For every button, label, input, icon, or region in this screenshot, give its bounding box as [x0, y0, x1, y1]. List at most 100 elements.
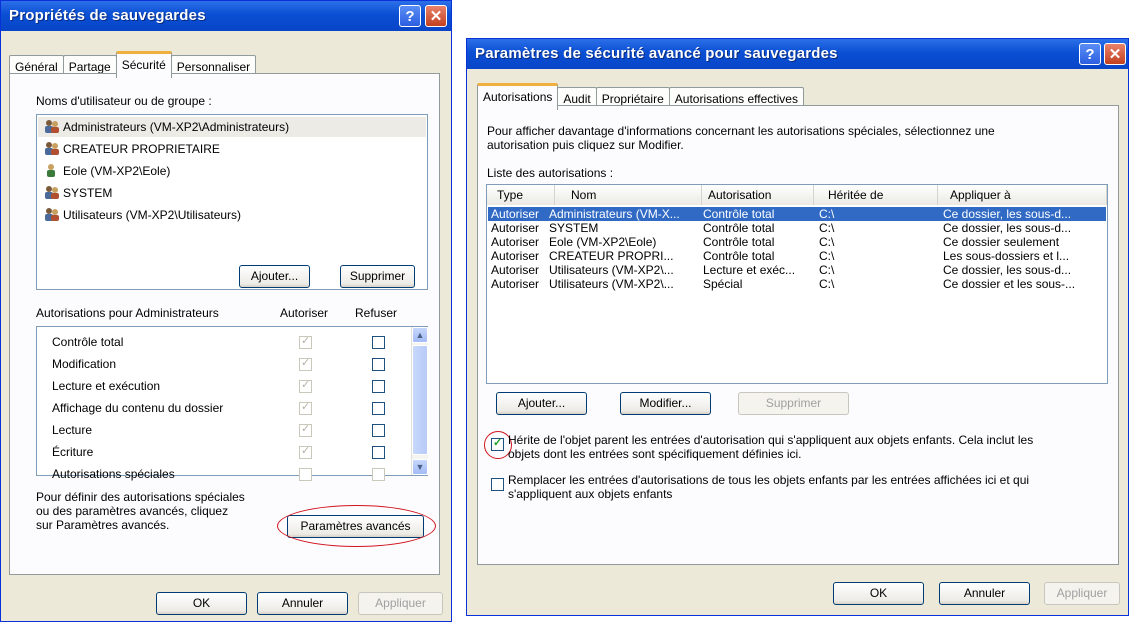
help-button[interactable]: ? — [1079, 43, 1101, 65]
deny-header: Refuser — [355, 306, 398, 320]
col-inherited[interactable]: Héritée de — [814, 185, 938, 205]
scroll-down-icon[interactable]: ▼ — [412, 459, 428, 475]
inherit-line: Hérite de l'objet parent les entrées d'a… — [508, 433, 1034, 447]
cell-name: Utilisateurs (VM-XP2\... — [549, 263, 674, 277]
allow-checkbox[interactable] — [299, 468, 312, 481]
user-item[interactable]: CREATEUR PROPRIETAIRE — [43, 139, 220, 159]
user-name: Utilisateurs (VM-XP2\Utilisateurs) — [63, 208, 242, 222]
perm-read-execute: Lecture et exécution — [52, 379, 161, 393]
group-icon — [45, 142, 59, 155]
allow-checkbox[interactable]: ✓ — [299, 357, 312, 371]
allow-checkbox[interactable]: ✓ — [299, 445, 312, 459]
cell-name: Administrateurs (VM-X... — [549, 207, 680, 221]
perm-write: Écriture — [52, 445, 94, 459]
replace-label[interactable]: Remplacer les entrées d'autorisations de… — [508, 473, 1029, 501]
deny-checkbox[interactable] — [372, 402, 385, 415]
cell-permission: Contrôle total — [703, 207, 775, 221]
col-apply-to[interactable]: Appliquer à — [938, 185, 1107, 205]
cell-permission: Spécial — [703, 277, 743, 291]
remove-button[interactable]: Supprimer — [340, 265, 415, 288]
advanced-text: Pour définir des autorisations spéciales… — [36, 490, 245, 532]
table-row[interactable]: Autoriser Utilisateurs (VM-XP2\... Spéci… — [488, 277, 1106, 291]
ok-button[interactable]: OK — [156, 592, 247, 615]
deny-checkbox[interactable] — [372, 358, 385, 371]
apply-button[interactable]: Appliquer — [1044, 582, 1120, 605]
deny-checkbox[interactable] — [372, 446, 385, 459]
title-bar: Paramètres de sécurité avancé pour sauve… — [467, 39, 1128, 69]
title-bar: Propriétés de sauvegardes ? ✕ — [1, 1, 451, 31]
scrollbar[interactable]: ▲ ▼ — [411, 327, 428, 475]
user-name: SYSTEM — [63, 186, 113, 200]
cell-type: Autoriser — [491, 249, 540, 263]
group-icon — [45, 208, 59, 221]
cell-type: Autoriser — [491, 277, 540, 291]
help-button[interactable]: ? — [399, 5, 421, 27]
allow-checkbox[interactable]: ✓ — [299, 379, 312, 393]
close-button[interactable]: ✕ — [1104, 43, 1126, 65]
allow-checkbox[interactable]: ✓ — [299, 335, 312, 349]
col-type[interactable]: Type — [487, 185, 555, 205]
modify-button[interactable]: Modifier... — [620, 392, 711, 415]
perm-list-folder: Affichage du contenu du dossier — [52, 401, 224, 415]
cell-type: Autoriser — [491, 207, 540, 221]
user-item[interactable]: SYSTEM — [43, 183, 112, 203]
tab-security[interactable]: Sécurité — [115, 51, 172, 78]
add-button[interactable]: Ajouter... — [496, 392, 587, 415]
cancel-button[interactable]: Annuler — [939, 582, 1030, 605]
scroll-thumb[interactable] — [412, 345, 428, 455]
permissions-panel: Pour afficher davantage d'informations c… — [477, 105, 1119, 565]
user-list[interactable]: Administrateurs (VM-XP2\Administrateurs)… — [36, 114, 428, 290]
deny-checkbox[interactable] — [372, 424, 385, 437]
cell-name: SYSTEM — [549, 221, 599, 235]
col-name[interactable]: Nom — [555, 185, 702, 205]
cell-inherited: C:\ — [819, 207, 835, 221]
inherit-label[interactable]: Hérite de l'objet parent les entrées d'a… — [508, 433, 1033, 461]
user-icon — [47, 164, 55, 177]
replace-checkbox[interactable] — [491, 478, 504, 491]
user-item[interactable]: Administrateurs (VM-XP2\Administrateurs) — [38, 117, 426, 137]
window-title: Paramètres de sécurité avancé pour sauve… — [475, 45, 838, 62]
cell-inherited: C:\ — [819, 277, 835, 291]
deny-checkbox[interactable] — [372, 468, 385, 481]
close-button[interactable]: ✕ — [425, 5, 447, 27]
tab-permissions[interactable]: Autorisations — [477, 83, 559, 110]
cell-type: Autoriser — [491, 221, 540, 235]
cell-inherited: C:\ — [819, 221, 835, 235]
apply-button[interactable]: Appliquer — [358, 592, 443, 615]
security-panel: Noms d'utilisateur ou de groupe : Admini… — [9, 73, 440, 575]
permission-entries-list[interactable]: Type Nom Autorisation Héritée de Appliqu… — [486, 184, 1108, 384]
table-row[interactable]: Autoriser Administrateurs (VM-X... Contr… — [488, 207, 1106, 221]
col-permission[interactable]: Autorisation — [702, 185, 814, 205]
info-line: Pour afficher davantage d'informations c… — [487, 124, 995, 138]
cancel-button[interactable]: Annuler — [257, 592, 348, 615]
user-item[interactable]: Eole (VM-XP2\Eole) — [43, 161, 170, 181]
scroll-up-icon[interactable]: ▲ — [412, 327, 428, 343]
remove-button[interactable]: Supprimer — [738, 392, 849, 415]
cell-inherited: C:\ — [819, 263, 835, 277]
cell-type: Autoriser — [491, 235, 540, 249]
perms-header: Autorisations pour Administrateurs — [36, 306, 219, 320]
info-text: Pour afficher davantage d'informations c… — [487, 124, 995, 152]
table-row[interactable]: Autoriser Utilisateurs (VM-XP2\... Lectu… — [488, 263, 1106, 277]
cell-inherited: C:\ — [819, 249, 835, 263]
user-item[interactable]: Utilisateurs (VM-XP2\Utilisateurs) — [43, 205, 241, 225]
table-row[interactable]: Autoriser SYSTEM Contrôle total C:\ Ce d… — [488, 221, 1106, 235]
table-row[interactable]: Autoriser Eole (VM-XP2\Eole) Contrôle to… — [488, 235, 1106, 249]
add-button[interactable]: Ajouter... — [239, 265, 310, 288]
table-row[interactable]: Autoriser CREATEUR PROPRI... Contrôle to… — [488, 249, 1106, 263]
allow-checkbox[interactable]: ✓ — [299, 423, 312, 437]
cell-apply-to: Ce dossier et les sous-... — [943, 277, 1076, 291]
cell-name: CREATEUR PROPRI... — [549, 249, 674, 263]
group-label: Noms d'utilisateur ou de groupe : — [36, 94, 212, 108]
window-title: Propriétés de sauvegardes — [9, 7, 206, 24]
column-header-row: Type Nom Autorisation Héritée de Appliqu… — [487, 185, 1107, 205]
advanced-text-line: Pour définir des autorisations spéciales — [36, 490, 245, 504]
ok-button[interactable]: OK — [833, 582, 924, 605]
deny-checkbox[interactable] — [372, 380, 385, 393]
deny-checkbox[interactable] — [372, 336, 385, 349]
group-icon — [45, 186, 59, 199]
allow-header: Autoriser — [280, 306, 329, 320]
allow-checkbox[interactable]: ✓ — [299, 401, 312, 415]
group-icon — [45, 120, 59, 133]
cell-permission: Lecture et exéc... — [703, 263, 796, 277]
